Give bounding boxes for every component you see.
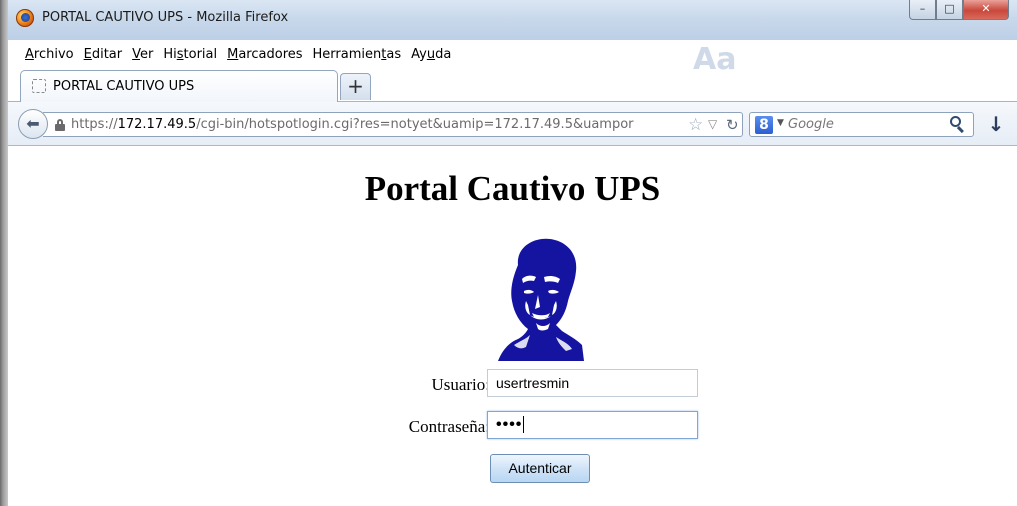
menu-herramientas-post: as <box>386 47 402 62</box>
menu-bar: Archivo Editar Ver Historial Marcadores … <box>16 44 461 66</box>
tab-label: PORTAL CAUTIVO UPS <box>53 79 195 94</box>
reload-icon[interactable]: ↻ <box>726 116 739 134</box>
username-field[interactable]: usertresmin <box>487 369 698 397</box>
menu-ver-accel: V <box>132 47 141 62</box>
menu-herramientas-pre: Herramien <box>312 47 382 62</box>
url-text[interactable]: https://172.17.49.5/cgi-bin/hotspotlogin… <box>71 117 681 132</box>
password-mask: •••• <box>496 416 523 433</box>
search-magnifier-icon[interactable] <box>948 115 968 135</box>
page-content: Portal Cautivo UPS Usuario: usertresmin … <box>8 147 1017 506</box>
lock-icon[interactable] <box>55 119 65 131</box>
engine-dropdown-icon[interactable]: ▼ <box>777 118 784 128</box>
bookmark-star-icon[interactable]: ☆ <box>688 115 703 135</box>
menu-archivo[interactable]: Archivo <box>20 45 79 65</box>
password-label: Contraseña: <box>408 417 490 436</box>
menu-ayuda-accel: u <box>426 47 436 62</box>
firefox-logo-icon[interactable] <box>16 9 34 27</box>
menu-ver-label: er <box>140 47 154 62</box>
menu-ayuda-pre: Ay <box>411 47 427 62</box>
menu-marcadores-label: arcadores <box>238 47 303 62</box>
text-cursor <box>523 416 525 434</box>
menu-archivo-label: rchivo <box>33 47 74 62</box>
url-path: /cgi-bin/hotspotlogin.cgi?res=notyet&uam… <box>196 117 634 132</box>
window-controls: – □ ✕ <box>909 0 1009 22</box>
page-favicon-icon <box>32 79 46 93</box>
menu-archivo-accel: A <box>25 47 34 62</box>
new-tab-button[interactable]: + <box>340 73 371 100</box>
url-scheme: https:// <box>71 117 118 132</box>
downloads-icon[interactable]: ↓ <box>983 111 1009 137</box>
back-arrow-icon: ⬅ <box>26 114 40 133</box>
menu-herramientas[interactable]: Herramientas <box>308 45 407 65</box>
maximize-button[interactable]: □ <box>936 0 963 20</box>
page-title: Portal Cautivo UPS <box>364 169 661 208</box>
search-placeholder: Google <box>788 117 834 132</box>
desktop-edge <box>0 0 8 506</box>
url-bar[interactable]: https://172.17.49.5/cgi-bin/hotspotlogin… <box>43 112 743 137</box>
password-field[interactable]: •••• <box>487 411 698 439</box>
menu-marcadores-accel: M <box>227 47 239 62</box>
don-bosco-portrait-logo <box>498 238 584 361</box>
menu-ayuda-post: da <box>435 47 452 62</box>
browser-window: PORTAL CAUTIVO UPS - Mozilla Firefox – □… <box>8 0 1017 506</box>
back-button[interactable]: ⬅ <box>18 109 48 139</box>
history-dropdown-icon[interactable]: ▽ <box>708 117 717 131</box>
minimize-button[interactable]: – <box>909 0 936 20</box>
menu-ayuda[interactable]: Ayuda <box>406 45 456 65</box>
menu-historial-post: torial <box>183 47 218 62</box>
menu-editar-label: ditar <box>91 47 123 62</box>
title-bar[interactable]: PORTAL CAUTIVO UPS - Mozilla Firefox – □… <box>8 0 1017 40</box>
navigation-toolbar: https://172.17.49.5/cgi-bin/hotspotlogin… <box>8 102 1017 146</box>
close-button[interactable]: ✕ <box>963 0 1009 20</box>
menu-ver[interactable]: Ver <box>127 45 158 65</box>
search-engine-icon[interactable]: 8 <box>755 116 773 134</box>
authenticate-button[interactable]: Autenticar <box>490 454 590 483</box>
menu-historial-pre: Hi <box>163 47 177 62</box>
tab-strip: PORTAL CAUTIVO UPS + <box>8 68 1017 102</box>
menu-editar-accel: E <box>83 47 92 62</box>
menu-historial[interactable]: Historial <box>158 45 222 65</box>
url-host: 172.17.49.5 <box>117 117 197 132</box>
menu-editar[interactable]: Editar <box>79 45 128 65</box>
tab-portal-cautivo[interactable]: PORTAL CAUTIVO UPS <box>20 70 338 102</box>
menu-marcadores[interactable]: Marcadores <box>222 45 307 65</box>
search-bar[interactable]: 8 ▼ Google <box>749 112 974 137</box>
window-title: PORTAL CAUTIVO UPS - Mozilla Firefox <box>42 10 289 25</box>
username-label: Usuario: <box>431 375 490 394</box>
menu-historial-accel: s <box>176 47 184 62</box>
